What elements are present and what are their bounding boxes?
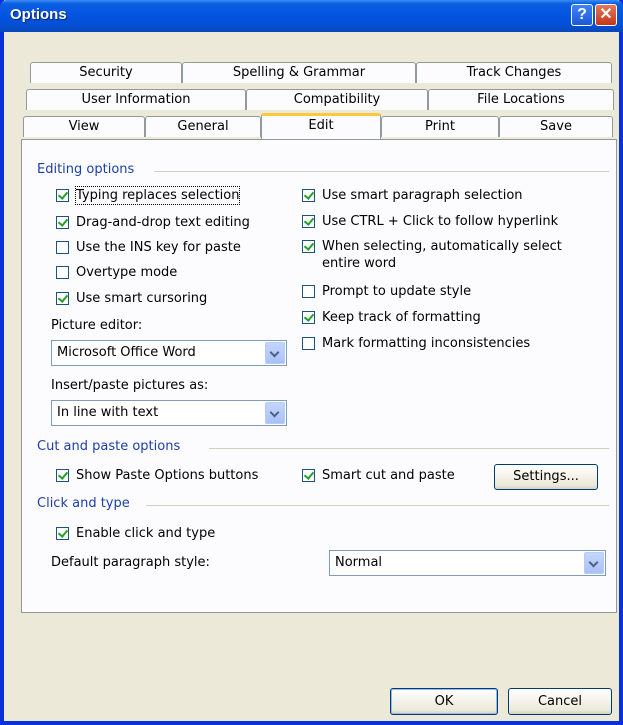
- checkbox-box[interactable]: [56, 216, 69, 229]
- picture-editor-value: Microsoft Office Word: [57, 345, 196, 360]
- editing-group-divider: [154, 171, 609, 172]
- checkbox-label: Keep track of formatting: [322, 310, 481, 325]
- checkbox-label: Mark formatting inconsistencies: [322, 336, 531, 351]
- checkbox-label: Typing replaces selection: [74, 186, 241, 205]
- checkbox-box[interactable]: [302, 311, 315, 324]
- smart-paragraph-selection-checkbox[interactable]: Use smart paragraph selection: [302, 187, 523, 204]
- window-title: Options: [10, 6, 67, 23]
- chevron-down-icon[interactable]: [265, 402, 285, 424]
- checkbox-box[interactable]: [56, 241, 69, 254]
- checkbox-label: When selecting, automatically select ent…: [322, 239, 562, 271]
- close-button[interactable]: ✕: [595, 4, 617, 26]
- checkbox-label: Show Paste Options buttons: [76, 468, 259, 483]
- cancel-button[interactable]: Cancel: [508, 688, 612, 715]
- show-paste-options-checkbox[interactable]: Show Paste Options buttons: [56, 467, 258, 484]
- select-entire-word-checkbox[interactable]: When selecting, automatically select ent…: [302, 238, 592, 272]
- checkbox-label: Smart cut and paste: [322, 468, 455, 483]
- drag-and-drop-checkbox[interactable]: Drag-and-drop text editing: [56, 214, 250, 231]
- tab-compatibility[interactable]: Compatibility: [246, 89, 428, 110]
- checkbox-label: Use smart paragraph selection: [322, 188, 523, 203]
- title-bar[interactable]: Options ? ✕: [0, 0, 623, 32]
- checkbox-box[interactable]: [56, 266, 69, 279]
- mark-formatting-inconsistencies-checkbox[interactable]: Mark formatting inconsistencies: [302, 335, 530, 352]
- checkbox-box[interactable]: [56, 189, 69, 202]
- cutpaste-group-divider: [209, 448, 609, 449]
- editing-options-heading: Editing options: [37, 162, 141, 177]
- checkbox-label: Overtype mode: [76, 265, 178, 280]
- checkbox-label: Use CTRL + Click to follow hyperlink: [322, 214, 559, 229]
- default-paragraph-style-label: Default paragraph style:: [51, 555, 210, 570]
- overtype-mode-checkbox[interactable]: Overtype mode: [56, 264, 177, 281]
- default-paragraph-style-value: Normal: [335, 555, 383, 570]
- checkbox-box[interactable]: [302, 240, 315, 253]
- chevron-down-icon[interactable]: [265, 342, 285, 364]
- checkbox-box[interactable]: [302, 215, 315, 228]
- checkbox-box[interactable]: [56, 527, 69, 540]
- cut-paste-options-heading: Cut and paste options: [37, 439, 187, 454]
- tab-track-changes[interactable]: Track Changes: [416, 62, 612, 83]
- checkbox-box[interactable]: [302, 189, 315, 202]
- tab-save[interactable]: Save: [499, 116, 613, 137]
- ok-button[interactable]: OK: [390, 688, 498, 715]
- insert-paste-value: In line with text: [57, 405, 159, 420]
- help-button[interactable]: ?: [571, 4, 593, 26]
- ctrl-click-hyperlink-checkbox[interactable]: Use CTRL + Click to follow hyperlink: [302, 213, 558, 230]
- tab-edit[interactable]: Edit: [261, 113, 381, 139]
- tab-general[interactable]: General: [145, 116, 261, 137]
- checkbox-label: Drag-and-drop text editing: [76, 215, 250, 230]
- typing-replaces-selection-checkbox[interactable]: Typing replaces selection: [56, 186, 241, 205]
- tab-user-information[interactable]: User Information: [26, 89, 246, 110]
- enable-click-type-checkbox[interactable]: Enable click and type: [56, 525, 215, 542]
- checkbox-box[interactable]: [56, 469, 69, 482]
- keep-track-formatting-checkbox[interactable]: Keep track of formatting: [302, 309, 481, 326]
- smart-cursoring-checkbox[interactable]: Use smart cursoring: [56, 290, 207, 307]
- picture-editor-label: Picture editor:: [51, 318, 143, 333]
- clicktype-group-divider: [146, 505, 609, 506]
- click-and-type-heading: Click and type: [37, 496, 136, 511]
- chevron-down-icon[interactable]: [584, 552, 604, 574]
- smart-cut-paste-checkbox[interactable]: Smart cut and paste: [302, 467, 455, 484]
- checkbox-label: Use smart cursoring: [76, 291, 208, 306]
- tab-file-locations[interactable]: File Locations: [428, 89, 614, 110]
- checkbox-label: Prompt to update style: [322, 284, 472, 299]
- checkbox-label: Enable click and type: [76, 526, 216, 541]
- tab-security[interactable]: Security: [30, 62, 182, 83]
- checkbox-box[interactable]: [56, 292, 69, 305]
- ins-key-paste-checkbox[interactable]: Use the INS key for paste: [56, 239, 241, 256]
- insert-paste-select[interactable]: In line with text: [51, 400, 287, 426]
- settings-button[interactable]: Settings...: [494, 464, 598, 490]
- options-dialog: Options ? ✕ Security Spelling & Grammar …: [0, 0, 623, 725]
- checkbox-box[interactable]: [302, 337, 315, 350]
- prompt-update-style-checkbox[interactable]: Prompt to update style: [302, 283, 471, 300]
- insert-paste-label: Insert/paste pictures as:: [51, 378, 209, 393]
- tab-print[interactable]: Print: [381, 116, 499, 137]
- default-paragraph-style-select[interactable]: Normal: [329, 550, 606, 576]
- checkbox-label: Use the INS key for paste: [76, 240, 241, 255]
- tab-view[interactable]: View: [23, 116, 145, 137]
- picture-editor-select[interactable]: Microsoft Office Word: [51, 340, 287, 366]
- checkbox-box[interactable]: [302, 469, 315, 482]
- checkbox-box[interactable]: [302, 285, 315, 298]
- tab-spelling-grammar[interactable]: Spelling & Grammar: [182, 62, 416, 83]
